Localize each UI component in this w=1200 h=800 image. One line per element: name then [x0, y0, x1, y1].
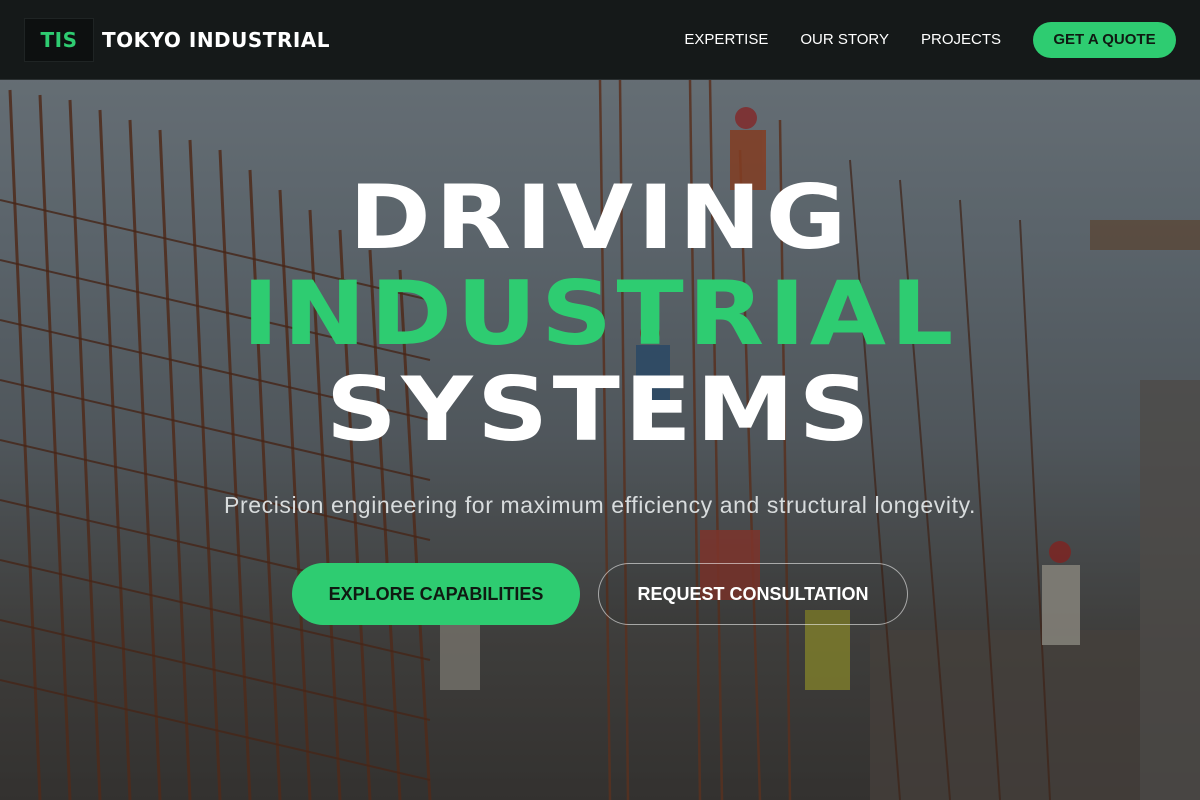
headline-line-2: INDUSTRIAL [242, 262, 958, 365]
nav-link-projects[interactable]: PROJECTS [921, 31, 1001, 48]
request-consultation-button[interactable]: REQUEST CONSULTATION [598, 563, 908, 625]
navbar: TIS TOKYO INDUSTRIAL EXPERTISE OUR STORY… [0, 0, 1200, 80]
hero-section: DRIVING INDUSTRIAL SYSTEMS Precision eng… [0, 170, 1200, 625]
hero-actions: EXPLORE CAPABILITIES REQUEST CONSULTATIO… [0, 563, 1200, 625]
headline-line-3: SYSTEMS [325, 358, 875, 461]
logo-mark[interactable]: TIS [24, 17, 94, 62]
nav-link-expertise[interactable]: EXPERTISE [684, 31, 768, 48]
headline-line-1: DRIVING [348, 166, 852, 269]
explore-capabilities-button[interactable]: EXPLORE CAPABILITIES [292, 563, 580, 625]
hero-subtitle: Precision engineering for maximum effici… [224, 492, 976, 518]
nav-link-our-story[interactable]: OUR STORY [800, 31, 889, 48]
get-a-quote-button[interactable]: GET A QUOTE [1033, 21, 1176, 58]
hero-headline: DRIVING INDUSTRIAL SYSTEMS [0, 170, 1200, 458]
main-nav: EXPERTISE OUR STORY PROJECTS GET A QUOTE [652, 21, 1176, 58]
brand-name[interactable]: TOKYO INDUSTRIAL [102, 28, 330, 52]
brand[interactable]: TIS TOKYO INDUSTRIAL [24, 17, 330, 62]
